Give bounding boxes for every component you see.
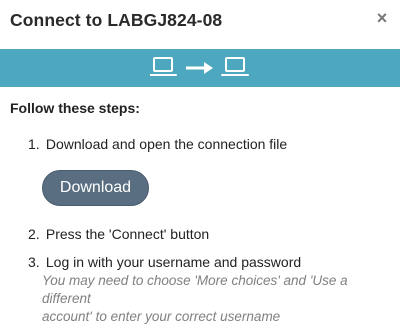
laptop-icon xyxy=(150,57,177,76)
step-number: 2. xyxy=(28,226,40,242)
connect-dialog: Connect to LABGJ824-08 × Follow these st… xyxy=(0,0,400,332)
step-number: 1. xyxy=(28,136,40,152)
step-text: Log in with your username and password xyxy=(45,254,302,270)
download-button[interactable]: Download xyxy=(42,170,149,206)
step-item: 2. Press the 'Connect' button xyxy=(28,224,209,244)
laptop-icon xyxy=(221,57,249,76)
hint-line: You may need to choose 'More choices' an… xyxy=(42,273,348,306)
arrow-right-icon xyxy=(186,62,213,74)
hint-note: You may need to choose 'More choices' an… xyxy=(42,272,392,326)
step-item: 1. Download and open the connection file xyxy=(28,134,287,154)
close-icon[interactable]: × xyxy=(374,8,390,28)
step-number: 3. xyxy=(28,254,40,270)
dialog-title: Connect to LABGJ824-08 xyxy=(10,10,223,30)
hint-line: account' to enter your correct username xyxy=(42,309,281,324)
step-item: 3. Log in with your username and passwor… xyxy=(28,252,301,272)
step-text: Press the 'Connect' button xyxy=(45,226,210,242)
dialog-header: Connect to LABGJ824-08 × xyxy=(0,0,400,40)
steps-section: Follow these steps: 1. Download and open… xyxy=(10,100,390,324)
step-text: Download and open the connection file xyxy=(45,136,288,152)
connection-illustration xyxy=(150,57,249,76)
steps-heading: Follow these steps: xyxy=(10,100,140,116)
connection-banner xyxy=(0,49,400,87)
